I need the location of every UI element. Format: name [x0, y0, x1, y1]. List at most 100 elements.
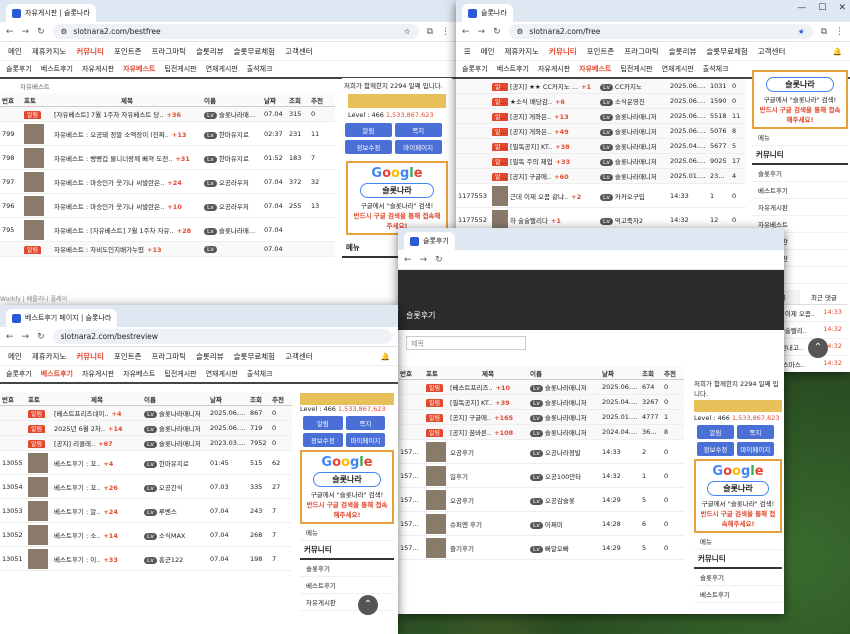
- sub-free-board[interactable]: 자유게시판: [538, 64, 570, 74]
- menu-review[interactable]: 슬롯리뷰: [669, 46, 697, 57]
- table-row[interactable]: 알림 [베스트프리즈네이.. +4 Lv 슬롯나라매니저 2025.06.28 867 0: [0, 406, 292, 421]
- side-link[interactable]: 슬롯후기: [694, 569, 782, 586]
- table-row[interactable]: 799 자유베스트 : 오공돼 정말 소액장이 (진짜.. +13 Lv 한마유지로 02…: [0, 122, 335, 146]
- table-row[interactable]: 1575100 오공후기 Lv오공감슬롯14:29 5 0: [398, 488, 684, 512]
- bookmark-star-icon[interactable]: ☆: [404, 27, 411, 36]
- bookmark-star-icon[interactable]: ★: [798, 27, 805, 36]
- menu-points[interactable]: 포인트존: [114, 351, 142, 362]
- sub-series-board[interactable]: 연재게시판: [662, 64, 694, 74]
- side-link[interactable]: 베스트후기: [752, 182, 848, 199]
- mypage-button[interactable]: 마이페이지: [345, 433, 386, 447]
- message-button[interactable]: 쪽지: [345, 416, 386, 430]
- side-link[interactable]: 베스트후기: [694, 586, 782, 603]
- table-row[interactable]: 알림 [베스트프리즈.. +10 Lv 슬롯나라매니저 2025.06.28 674 0: [398, 380, 684, 395]
- google-search-banner[interactable]: 슬롯나라 구글에서 "슬롯나라" 검색! 반드시 구글 검색을 통해 접속해주세요…: [752, 70, 848, 129]
- side-link[interactable]: 베스트후기: [300, 577, 394, 594]
- table-row[interactable]: 알림 [자유베스트] 7월 1주차 자유베스트 당.. +36 Lv 슬롯나라매니저 07…: [0, 107, 335, 122]
- side-link[interactable]: 슬롯후기: [752, 165, 848, 182]
- extensions-icon[interactable]: ⧉: [427, 27, 433, 37]
- address-bar[interactable]: ⚙ slotnara2.com/free ★: [508, 24, 813, 39]
- menu-dots-icon[interactable]: ⋮: [835, 27, 844, 37]
- table-row[interactable]: 알림 [공지] 구글에.. +165 Lv 슬롯나라매니저 2025.01.14 4777 1: [398, 410, 684, 425]
- table-row[interactable]: 알림 [필독 주의 제업 +33 Lv 슬롯나라매니저 2025.06.08 9025 17: [456, 154, 746, 169]
- table-row[interactable]: 1575101 일후기 Lv오공100만타14:32 1 0: [398, 464, 684, 488]
- table-row[interactable]: 알림 ★소식 배당감.. +6 Lv 소식운영진 2025.06.26 1590 0: [456, 94, 746, 109]
- sub-tip-board[interactable]: 팁전게시판: [164, 64, 196, 74]
- menu-review[interactable]: 슬롯리뷰: [196, 351, 224, 362]
- tab-bestfree[interactable]: 자유게시판 | 슬롯나라: [6, 4, 96, 22]
- menu-free-trial[interactable]: 슬롯무료체험: [706, 46, 747, 57]
- extensions-icon[interactable]: ⧉: [821, 27, 827, 37]
- sub-attendance[interactable]: 출석체크: [703, 64, 729, 74]
- menu-support[interactable]: 고객센터: [285, 46, 313, 57]
- alert-button[interactable]: 알림: [697, 425, 734, 439]
- sub-slot-review[interactable]: 슬롯후기: [6, 64, 32, 74]
- menu-casino[interactable]: 제휴카지노: [32, 46, 67, 57]
- sub-attendance[interactable]: 출석체크: [247, 369, 273, 379]
- table-row[interactable]: 알림 [공지] 꿈바른.. +108 Lv 슬롯나라매니저 2024.04.02 36742…: [398, 425, 684, 440]
- table-row[interactable]: 알림 [공지] 구글에.. +60 Lv 슬롯나라매니저 2025.01.14 23481 4: [456, 169, 746, 184]
- table-row[interactable]: 알림 [공지] 게좌은.. +13 Lv 슬롯나라매니저 2025.06.07 5518 11: [456, 109, 746, 124]
- back-icon[interactable]: ←: [404, 255, 412, 265]
- menu-casino[interactable]: 제휴카지노: [505, 46, 540, 57]
- hamburger-icon[interactable]: ☰: [464, 47, 471, 56]
- reload-icon[interactable]: ↻: [37, 27, 45, 37]
- edit-info-button[interactable]: 정보수정: [697, 442, 734, 456]
- close-icon[interactable]: ✕: [838, 3, 846, 13]
- table-row[interactable]: 13055 베스트후기 : 꼬.. +4 Lv 한마유지로 01:45 515 62: [0, 451, 292, 475]
- table-row[interactable]: 796 자유베스트 : 마승인가 웃기나 씨발란은.. +10 Lv 오공라우저 07.0…: [0, 194, 335, 218]
- side-link[interactable]: 슬롯후기: [300, 560, 394, 577]
- sub-series-board[interactable]: 연재게시판: [206, 369, 238, 379]
- google-search-banner[interactable]: Google 슬롯나라 구글에서 "슬롯나라" 검색! 반드시 구글 검색을 통해…: [346, 161, 448, 235]
- reload-icon[interactable]: ↻: [435, 255, 443, 265]
- table-row[interactable]: 13054 베스트후기 : 꼬.. +26 Lv 오공간식 07.03 335 27: [0, 475, 292, 499]
- table-row[interactable]: 알림 [공지] 리콜레.. +67 Lv 슬롯나라매니저 2023.03.24 7952 0: [0, 436, 292, 451]
- table-row[interactable]: 13053 베스트후기 : 알.. +24 Lv 루벤스 07.04 243 7: [0, 499, 292, 523]
- table-row[interactable]: 1575099 슈퍼엔 후기 Lv어쩌미14:28 6 0: [398, 512, 684, 536]
- table-row[interactable]: 1575102 오공후기 Lv오공나라정발14:33 2 0: [398, 440, 684, 464]
- tab-recent-comments[interactable]: 최근 댓글: [800, 290, 848, 304]
- sub-tip-board[interactable]: 팁전게시판: [620, 64, 652, 74]
- menu-points[interactable]: 포인트존: [587, 46, 615, 57]
- table-row[interactable]: 알림 [필독공지] KT.. +39 Lv 슬롯나라매니저 2025.04.24 3267 0: [398, 395, 684, 410]
- menu-pragmatic[interactable]: 프라그마틱: [152, 351, 187, 362]
- back-icon[interactable]: ←: [6, 332, 14, 342]
- edit-info-button[interactable]: 정보수정: [303, 433, 343, 447]
- bell-icon[interactable]: 🔔: [381, 352, 390, 361]
- sub-free-board[interactable]: 자유게시판: [82, 369, 114, 379]
- sub-slot-review[interactable]: 슬롯후기: [6, 369, 32, 379]
- google-search-banner[interactable]: Google 슬롯나라 구글에서 "슬롯나라" 검색! 반드시 구글 검색을 통해…: [300, 450, 394, 524]
- reload-icon[interactable]: ↻: [493, 27, 501, 37]
- sub-series-board[interactable]: 연재게시판: [206, 64, 238, 74]
- menu-community[interactable]: 커뮤니티: [76, 351, 104, 362]
- table-row[interactable]: 1177553 근데 이제 오콤 같냐.. +2 Lv 카카오구입 14:33 1 0: [456, 184, 746, 208]
- tab-free[interactable]: 슬롯나라: [462, 4, 513, 22]
- table-row[interactable]: 알림 자유베스트 : 자비도인지배가누렸 +13 Lv 07.04: [0, 242, 335, 257]
- menu-support[interactable]: 고객센터: [285, 351, 313, 362]
- menu-free-trial[interactable]: 슬롯무료체험: [234, 46, 275, 57]
- scroll-top-button[interactable]: ⌃: [358, 595, 378, 615]
- mypage-button[interactable]: 마이페이지: [736, 442, 774, 456]
- menu-pragmatic[interactable]: 프라그마틱: [152, 46, 187, 57]
- menu-points[interactable]: 포인트존: [114, 46, 142, 57]
- sub-best-review[interactable]: 베스트후기: [41, 369, 73, 379]
- table-row[interactable]: 알림 [필독공지] KT.. +38 Lv 슬롯나라매니저 2025.04.24 5677 5: [456, 139, 746, 154]
- message-button[interactable]: 쪽지: [394, 123, 442, 137]
- menu-main[interactable]: 메인: [8, 351, 22, 362]
- table-row[interactable]: 알림 [공지] ★★ CC카지노 ... +1 Lv CC카지노 2025.06.30 10…: [456, 79, 746, 94]
- sub-best-review[interactable]: 베스트후기: [497, 64, 529, 74]
- forward-icon[interactable]: →: [22, 332, 30, 342]
- menu-free-trial[interactable]: 슬롯무료체험: [234, 351, 275, 362]
- alert-button[interactable]: 알림: [345, 123, 392, 137]
- address-bar[interactable]: ⚙ slotnara2.com/bestfree ☆: [52, 24, 419, 39]
- bell-icon[interactable]: 🔔: [833, 47, 842, 56]
- sub-free-best[interactable]: 자유베스트: [123, 64, 155, 74]
- menu-support[interactable]: 고객센터: [758, 46, 786, 57]
- minimize-icon[interactable]: —: [797, 3, 806, 13]
- table-row[interactable]: 795 자유베스트 : [자유베스트] 7월 1주차 자유.. +28 Lv 슬롯나라매…: [0, 218, 335, 242]
- reload-icon[interactable]: ↻: [37, 332, 45, 342]
- address-bar[interactable]: slotnara2.com/bestreview: [52, 329, 392, 344]
- sub-free-best[interactable]: 자유베스트: [579, 64, 611, 74]
- side-link[interactable]: 자유게시판: [300, 594, 394, 611]
- sub-best-review[interactable]: 베스트후기: [41, 64, 73, 74]
